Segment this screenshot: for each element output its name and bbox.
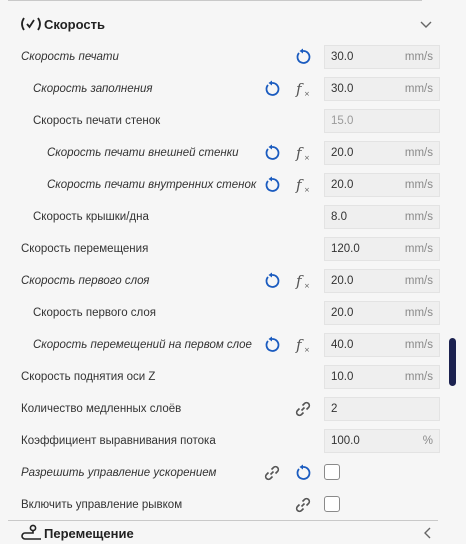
setting-row-infill-speed: Скорость заполнения f × 30.0 mm/s	[0, 77, 458, 109]
setting-row-top-bottom-speed: Скорость крышки/дна 8.0 mm/s	[0, 205, 458, 237]
svg-text:×: ×	[304, 282, 310, 290]
setting-row-outer-wall-speed: Скорость печати внешней стенки f × 20.0 …	[0, 141, 458, 173]
wall-speed-input[interactable]: 15.0	[324, 109, 440, 133]
slow-layers-input[interactable]: 2	[324, 397, 440, 421]
svg-text:×: ×	[304, 186, 310, 194]
setting-label: Включить управление рывком	[21, 499, 183, 511]
print-speed-input[interactable]: 30.0 mm/s	[324, 45, 440, 69]
setting-label: Скорость заполнения	[33, 83, 153, 95]
top-bottom-speed-input[interactable]: 8.0 mm/s	[324, 205, 440, 229]
link-icon[interactable]	[294, 400, 312, 418]
setting-label: Коэффициент выравнивания потока	[21, 435, 216, 447]
setting-label: Скорость поднятия оси Z	[21, 371, 156, 383]
speed-section-title: Скорость	[44, 16, 105, 32]
svg-text:f: f	[295, 272, 304, 290]
setting-row-wall-speed: Скорость печати стенок 15.0	[0, 109, 458, 141]
function-icon[interactable]: f ×	[294, 80, 312, 98]
svg-text:f: f	[295, 144, 304, 162]
travel-speed-input[interactable]: 120.0 mm/s	[324, 237, 440, 261]
acceleration-control-checkbox[interactable]	[324, 464, 340, 480]
svg-text:×: ×	[304, 154, 310, 162]
z-hop-speed-input[interactable]: 10.0 mm/s	[324, 365, 440, 389]
travel-section-header[interactable]: Перемещение	[0, 522, 458, 544]
chevron-left-icon[interactable]	[420, 525, 436, 541]
initial-layer-print-speed-input[interactable]: 20.0 mm/s	[324, 301, 440, 325]
setting-label: Количество медленных слоёв	[21, 403, 182, 415]
chevron-down-icon[interactable]	[418, 16, 434, 32]
setting-label: Скорость печати	[21, 51, 119, 63]
scrollbar-thumb[interactable]	[449, 338, 456, 386]
checkmark-parens-icon	[19, 17, 43, 31]
setting-row-acceleration-control: Разрешить управление ускорением	[0, 461, 458, 493]
setting-label: Скорость перемещений на первом слое	[33, 339, 252, 351]
svg-text:f: f	[295, 336, 304, 354]
reset-icon[interactable]	[263, 336, 281, 354]
setting-row-inner-wall-speed: Скорость печати внутренних стенок f × 20…	[0, 173, 458, 205]
function-icon[interactable]: f ×	[294, 336, 312, 354]
initial-layer-speed-input[interactable]: 20.0 mm/s	[324, 269, 440, 293]
svg-text:f: f	[295, 176, 304, 194]
reset-icon[interactable]	[294, 48, 312, 66]
svg-text:×: ×	[304, 346, 310, 354]
section-divider	[8, 520, 438, 521]
setting-row-initial-layer-travel-speed: Скорость перемещений на первом слое f × …	[0, 333, 458, 365]
setting-label: Разрешить управление ускорением	[21, 467, 217, 479]
function-icon[interactable]: f ×	[294, 176, 312, 194]
setting-label: Скорость первого слоя	[21, 275, 150, 287]
svg-text:f: f	[295, 80, 304, 98]
setting-row-slow-layers: Количество медленных слоёв 2	[0, 397, 458, 429]
top-divider	[8, 0, 422, 1]
inner-wall-speed-input[interactable]: 20.0 mm/s	[324, 173, 440, 197]
setting-label: Скорость крышки/дна	[33, 211, 149, 223]
reset-icon[interactable]	[263, 272, 281, 290]
setting-row-flow-equalization: Коэффициент выравнивания потока 100.0 %	[0, 429, 458, 461]
initial-layer-travel-speed-input[interactable]: 40.0 mm/s	[324, 333, 440, 357]
setting-label: Скорость первого слоя	[33, 307, 156, 319]
setting-row-z-hop-speed: Скорость поднятия оси Z 10.0 mm/s	[0, 365, 458, 397]
setting-label: Скорость печати стенок	[33, 115, 161, 127]
svg-text:×: ×	[304, 90, 310, 98]
reset-icon[interactable]	[263, 144, 281, 162]
function-icon[interactable]: f ×	[294, 272, 312, 290]
travel-icon	[19, 524, 43, 540]
setting-label: Скорость печати внутренних стенок	[47, 179, 257, 191]
setting-label: Скорость перемещения	[21, 243, 149, 255]
setting-row-travel-speed: Скорость перемещения 120.0 mm/s	[0, 237, 458, 269]
link-icon[interactable]	[294, 496, 312, 514]
link-icon[interactable]	[263, 464, 281, 482]
travel-section-title: Перемещение	[44, 525, 134, 541]
setting-row-print-speed: Скорость печати 30.0 mm/s	[0, 45, 458, 77]
outer-wall-speed-input[interactable]: 20.0 mm/s	[324, 141, 440, 165]
jerk-control-checkbox[interactable]	[324, 496, 340, 512]
infill-speed-input[interactable]: 30.0 mm/s	[324, 77, 440, 101]
function-icon[interactable]: f ×	[294, 144, 312, 162]
speed-section-header[interactable]: Скорость	[0, 9, 458, 39]
reset-icon[interactable]	[263, 176, 281, 194]
setting-row-initial-layer-speed: Скорость первого слоя f × 20.0 mm/s	[0, 269, 458, 301]
reset-icon[interactable]	[263, 80, 281, 98]
flow-equalization-input[interactable]: 100.0 %	[324, 429, 440, 453]
setting-row-initial-layer-print-speed: Скорость первого слоя 20.0 mm/s	[0, 301, 458, 333]
setting-label: Скорость печати внешней стенки	[47, 147, 239, 159]
reset-icon[interactable]	[294, 464, 312, 482]
